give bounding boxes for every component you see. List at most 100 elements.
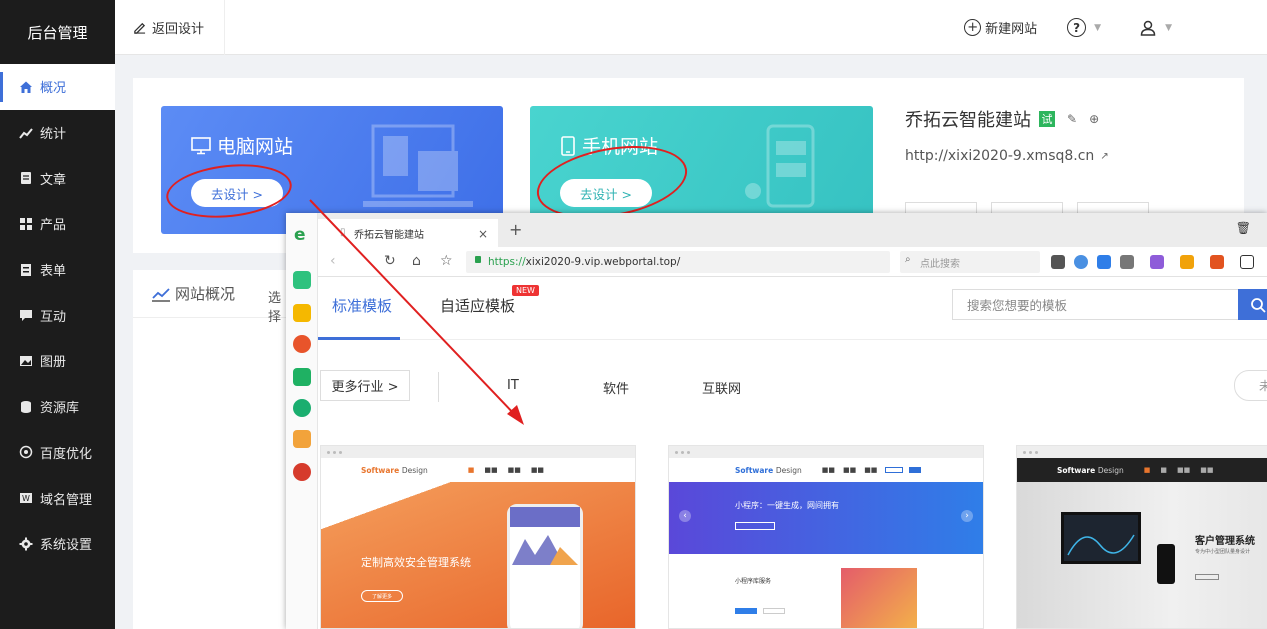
back-to-design-button[interactable]: 返回设计 xyxy=(115,0,226,55)
search-icon: ⌕ xyxy=(905,254,911,265)
user-menu[interactable]: ▼ xyxy=(1139,19,1172,37)
browser-search-input[interactable]: ⌕ 点此搜索 xyxy=(900,251,1040,273)
browser-tab[interactable]: ▯ 乔拓云智能建站 × xyxy=(318,219,498,247)
browser-tabbar: ▯ 乔拓云智能建站 × + 🗑 xyxy=(318,213,1267,247)
sidebar-item-forms[interactable]: 表单 xyxy=(0,247,115,293)
sidebar-item-label: 产品 xyxy=(40,218,67,234)
target-icon xyxy=(18,444,34,460)
monitor-mockup-icon xyxy=(1061,512,1141,564)
template-card[interactable]: Software Design ■ ■■ ■■ ■■ 定制高效安全管理系统 了解更多 xyxy=(320,445,636,629)
refresh-icon[interactable]: ↻ xyxy=(384,253,396,269)
template-card[interactable]: Software Design ■■ ■■ ■■ 小程序：一键生成，网间拥有 ‹ ›… xyxy=(668,445,984,629)
help-menu[interactable]: ? ▼ xyxy=(1067,18,1101,37)
document-icon xyxy=(18,170,34,186)
chevron-right-icon: › xyxy=(961,510,973,522)
filter-item-software[interactable]: 软件 xyxy=(603,378,629,397)
close-icon[interactable]: × xyxy=(478,227,488,241)
sidebar-item-seo[interactable]: 百度优化 xyxy=(0,430,115,476)
chevron-down-icon: ▼ xyxy=(1165,22,1172,33)
plus-circle-icon: + xyxy=(964,19,982,36)
template-window-chrome xyxy=(321,446,635,458)
grid-icon[interactable] xyxy=(1240,255,1254,269)
sidebar-item-gallery[interactable]: 图册 xyxy=(0,338,115,384)
template-card[interactable]: Software Design ■ ■ ■■ ■■ 客户管理系统 专为中小型团队量身设… xyxy=(1016,445,1267,629)
svg-text:W: W xyxy=(22,494,30,503)
browser-window: e ▯ 乔拓云智能建站 × + 🗑 ‹ ↻ ⌂ ☆ https:// xixi2… xyxy=(286,213,1267,629)
trash-icon[interactable]: 🗑 xyxy=(1236,221,1251,235)
sidebar-item-domains[interactable]: W 域名管理 xyxy=(0,475,115,521)
site-url[interactable]: http://xixi2020-9.xmsq8.cn xyxy=(905,148,1094,164)
external-link-icon[interactable]: ↗ xyxy=(1100,151,1108,162)
browser-tab-title: 乔拓云智能建站 xyxy=(354,229,424,241)
user-icon xyxy=(1140,20,1156,36)
browser-address-bar: ‹ ↻ ⌂ ☆ https:// xixi2020-9.vip.webporta… xyxy=(318,247,1267,277)
edit-icon xyxy=(134,22,146,34)
sidebar-item-products[interactable]: 产品 xyxy=(0,201,115,247)
home-icon[interactable]: ⌂ xyxy=(412,253,421,269)
more-industries-button[interactable]: 更多行业 > xyxy=(320,370,410,401)
template-nav: Software Design ■ ■■ ■■ ■■ xyxy=(361,465,545,475)
new-site-button[interactable]: + 新建网站 xyxy=(964,18,1037,37)
image-icon xyxy=(18,353,34,369)
back-to-design-label: 返回设计 xyxy=(152,21,205,37)
brand-title: 后台管理 xyxy=(27,23,88,42)
edit-icon[interactable]: ✎ xyxy=(1067,112,1077,126)
site-name: 乔拓云智能建站 xyxy=(905,110,1031,131)
tab-standard-template[interactable]: 标准模板 xyxy=(332,295,392,316)
template-search-button[interactable] xyxy=(1238,289,1267,320)
food-image xyxy=(841,568,917,628)
wallet-icon[interactable] xyxy=(293,368,311,386)
sidebar-item-statistics[interactable]: 统计 xyxy=(0,110,115,156)
extension-icon[interactable] xyxy=(1150,255,1164,269)
sidebar-item-label: 表单 xyxy=(40,264,67,280)
sidebar-item-settings[interactable]: 系统设置 xyxy=(0,521,115,567)
template-window-chrome xyxy=(1017,446,1267,458)
cloud-icon[interactable] xyxy=(293,399,311,417)
template-headline: 客户管理系统 xyxy=(1195,536,1255,547)
url-text: xixi2020-9.vip.webportal.top/ xyxy=(525,256,681,268)
template-cta: 了解更多 xyxy=(361,590,403,602)
weibo-icon[interactable] xyxy=(293,335,311,353)
new-site-label: 新建网站 xyxy=(985,22,1038,37)
phone-mockup-icon xyxy=(1157,544,1175,584)
filter-pill[interactable]: 未 xyxy=(1234,370,1267,401)
url-input[interactable]: https:// xixi2020-9.vip.webportal.top/ xyxy=(466,251,890,273)
filter-item-it[interactable]: IT xyxy=(507,378,519,393)
app-shortcut-icon[interactable] xyxy=(293,271,311,289)
browser-logo-icon: e xyxy=(294,225,306,245)
back-arrow-icon[interactable]: ‹ xyxy=(330,253,336,269)
pc-illustration-icon xyxy=(363,124,473,207)
scissors-icon[interactable] xyxy=(1120,255,1134,269)
mobile-illustration-icon xyxy=(745,124,815,208)
new-tab-icon[interactable]: + xyxy=(509,220,522,239)
star-icon[interactable] xyxy=(293,304,311,322)
sidebar-item-overview[interactable]: 概况 xyxy=(0,64,115,110)
extension-icon[interactable] xyxy=(1051,255,1065,269)
gamepad-icon[interactable] xyxy=(1210,255,1224,269)
ball-icon[interactable] xyxy=(293,463,311,481)
bookmark-star-icon[interactable]: ☆ xyxy=(440,253,453,269)
trend-chart-icon xyxy=(152,287,170,302)
filter-divider xyxy=(438,372,439,402)
overview-title: 网站概况 xyxy=(175,285,236,303)
phone-icon xyxy=(561,135,575,156)
extension-icon[interactable] xyxy=(1074,255,1088,269)
sidebar-item-articles[interactable]: 文章 xyxy=(0,155,115,201)
extension-icon[interactable] xyxy=(1097,255,1111,269)
game-icon[interactable] xyxy=(293,430,311,448)
chevron-down-icon: ▼ xyxy=(1094,22,1102,33)
page-icon: ▯ xyxy=(340,227,346,238)
sidebar-item-label: 图册 xyxy=(40,355,67,371)
sidebar-item-interaction[interactable]: 互动 xyxy=(0,292,115,338)
shield-icon[interactable] xyxy=(1180,255,1194,269)
template-logo-sub: Design xyxy=(401,465,428,475)
tab-adaptive-template[interactable]: 自适应模板 xyxy=(440,295,515,316)
site-info: 乔拓云智能建站 试 ✎ ⊕ http://xixi2020-9.xmsq8.cn… xyxy=(905,106,1109,164)
sidebar-item-label: 互动 xyxy=(40,309,67,325)
plus-circle-icon[interactable]: ⊕ xyxy=(1089,112,1099,126)
sidebar-item-resources[interactable]: 资源库 xyxy=(0,384,115,430)
filter-item-internet[interactable]: 互联网 xyxy=(702,378,741,397)
template-logo-sub: Design xyxy=(1097,465,1124,475)
template-window-chrome xyxy=(669,446,983,458)
template-search-input[interactable]: 搜索您想要的模板 xyxy=(952,289,1240,320)
